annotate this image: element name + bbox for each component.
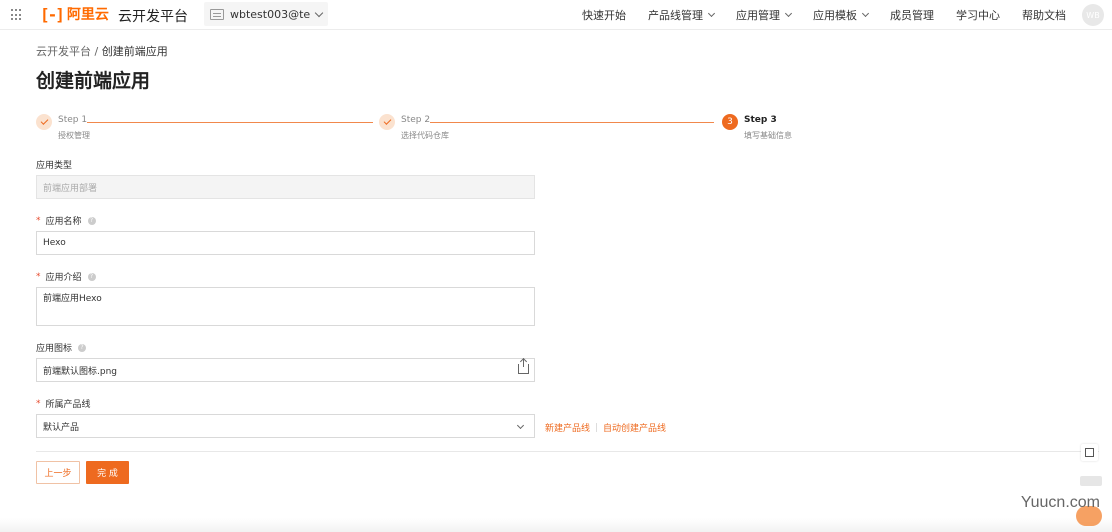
nav-label: 快速开始 (582, 9, 626, 22)
app-name-label: * 应用名称? (36, 214, 96, 227)
chevron-down-icon (707, 9, 716, 18)
previous-step-button[interactable]: 上一步 (36, 461, 80, 484)
required-mark: * (36, 271, 41, 282)
step-title: Step 2 (401, 115, 431, 125)
nav-label: 成员管理 (890, 9, 934, 22)
label-text: 应用介绍 (45, 273, 82, 283)
app-icon-label: 应用图标? (36, 341, 87, 354)
help-icon[interactable]: ? (87, 272, 96, 281)
app-name-input[interactable]: Hexo (36, 231, 535, 255)
account-name: wbtest003@te... (230, 7, 310, 21)
nav-label: 应用管理 (736, 9, 780, 22)
product-line-label: * 所属产品线 (36, 397, 91, 411)
step-done-check-icon (379, 114, 395, 130)
label-text: 所属产品线 (45, 400, 91, 410)
nav-product-line[interactable]: 产品线管理 (648, 7, 716, 23)
watermark: Yuucn.com (1020, 494, 1100, 511)
step-connector (87, 122, 373, 123)
label-text: 应用名称 (45, 217, 82, 227)
nav-quick-start[interactable]: 快速开始 (582, 7, 626, 23)
required-mark: * (36, 215, 41, 226)
chevron-down-icon (784, 9, 793, 18)
nav-label: 帮助文档 (1022, 9, 1066, 22)
account-card-icon (210, 8, 224, 20)
step-desc: 授权管理 (58, 131, 90, 140)
app-intro-label: * 应用介绍? (36, 270, 96, 283)
chevron-down-icon (516, 421, 525, 430)
label-text: 应用类型 (36, 161, 73, 171)
step-3: 3 Step 3 填写基础信息 (722, 114, 792, 141)
nav-learning[interactable]: 学习中心 (956, 7, 1000, 23)
nav-members[interactable]: 成员管理 (890, 7, 934, 23)
nav-label: 产品线管理 (648, 9, 703, 22)
step-1: Step 1 授权管理 (36, 114, 90, 141)
app-type-field: 前端应用部署 (36, 175, 535, 199)
upload-icon[interactable] (518, 359, 529, 374)
avatar[interactable]: WB (1082, 4, 1104, 26)
app-intro-textarea[interactable]: 前端应用Hexo (36, 287, 535, 326)
chevron-down-icon (861, 9, 870, 18)
breadcrumb-root[interactable]: 云开发平台 (36, 45, 91, 58)
auto-create-product-line-link[interactable]: 自动创建产品线 (603, 421, 666, 434)
nav-app-management[interactable]: 应用管理 (736, 7, 793, 23)
step-2: Step 2 选择代码仓库 (379, 114, 449, 141)
step-number: 3 (722, 114, 738, 130)
field-value: 前端默认图标.png (43, 366, 117, 377)
step-done-check-icon (36, 114, 52, 130)
field-value: 前端应用Hexo (43, 294, 102, 304)
chevron-down-icon (314, 8, 324, 17)
help-icon[interactable]: ? (78, 343, 87, 352)
new-product-line-link[interactable]: 新建产品线 (545, 421, 590, 434)
step-title: Step 3 (744, 115, 777, 125)
form-divider (36, 451, 1099, 452)
link-divider (596, 423, 598, 432)
product-line-links: 新建产品线 自动创建产品线 (545, 421, 666, 434)
field-value: Hexo (43, 238, 66, 248)
finish-button[interactable]: 完 成 (86, 461, 129, 484)
platform-name[interactable]: 云开发平台 (118, 6, 188, 26)
step-connector (430, 122, 714, 123)
label-text: 应用图标 (36, 344, 73, 354)
top-navigation-bar: [-] 阿里云 云开发平台 wbtest003@te... 快速开始 产品线管理… (0, 0, 1112, 30)
nav-help-docs[interactable]: 帮助文档 (1022, 7, 1066, 23)
logo-mark-icon: [-] (40, 4, 65, 24)
step-desc: 填写基础信息 (744, 131, 792, 140)
field-value: 默认产品 (43, 422, 80, 433)
nav-app-templates[interactable]: 应用模板 (813, 7, 870, 23)
logo-text: 阿里云 (66, 7, 109, 23)
step-title: Step 1 (58, 115, 88, 125)
account-select[interactable]: wbtest003@te... (204, 2, 328, 26)
field-value: 前端应用部署 (43, 183, 98, 194)
aliyun-logo[interactable]: [-] 阿里云 (40, 4, 109, 24)
feedback-icon[interactable] (1081, 444, 1098, 461)
page-title: 创建前端应用 (36, 70, 151, 92)
top-nav-menu: 快速开始 产品线管理 应用管理 应用模板 成员管理 学习中心 帮助文档 (582, 0, 1066, 30)
required-mark: * (36, 398, 41, 409)
nav-label: 应用模板 (813, 9, 857, 22)
app-type-label: 应用类型 (36, 158, 72, 171)
float-tool-bar[interactable] (1080, 476, 1102, 486)
breadcrumb: 云开发平台 / 创建前端应用 (36, 43, 168, 59)
app-icon-upload[interactable]: 前端默认图标.png (36, 358, 535, 382)
breadcrumb-separator: / (91, 45, 102, 58)
step-desc: 选择代码仓库 (401, 131, 449, 140)
bottom-shadow (0, 518, 1112, 532)
breadcrumb-current: 创建前端应用 (101, 45, 168, 58)
nav-label: 学习中心 (956, 9, 1000, 22)
product-line-select[interactable]: 默认产品 (36, 414, 535, 438)
help-icon[interactable]: ? (87, 216, 96, 225)
app-grid-icon[interactable] (11, 9, 23, 21)
